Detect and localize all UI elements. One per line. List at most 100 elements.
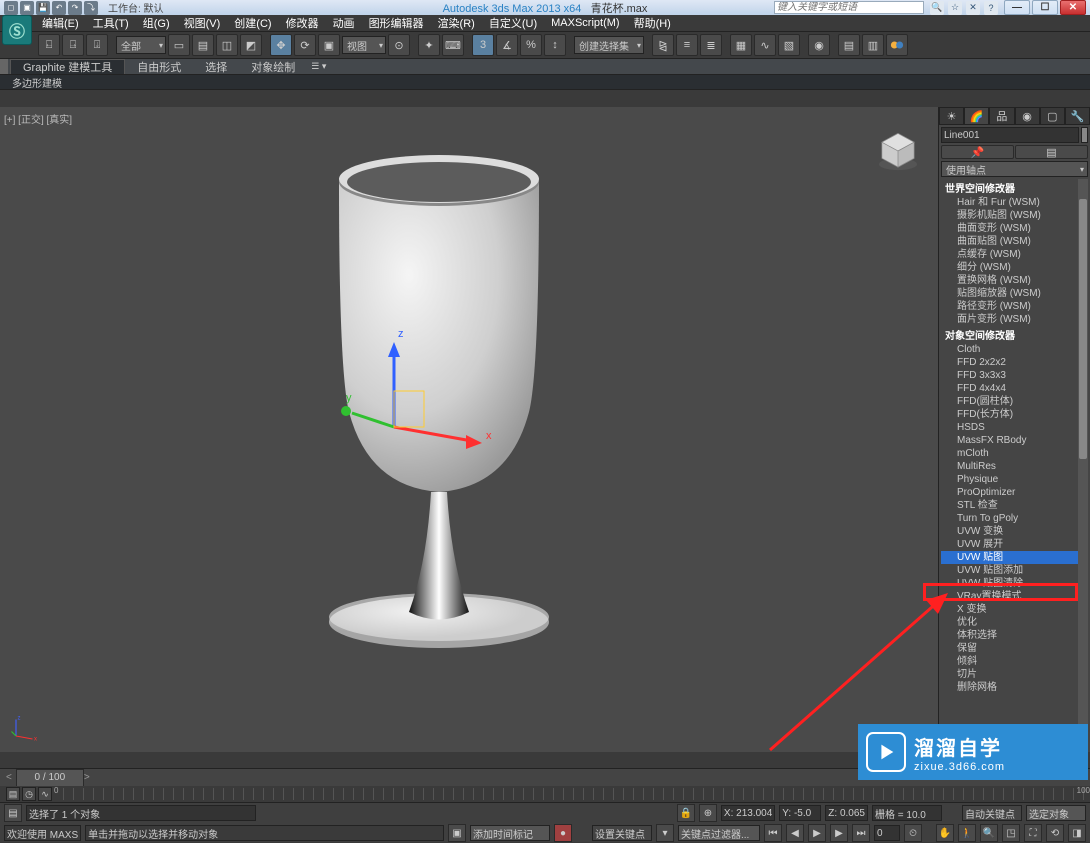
rotate-icon[interactable]: ⟳ — [294, 34, 316, 56]
record-icon[interactable]: ● — [554, 824, 572, 842]
zoom-icon[interactable]: 🔍 — [980, 824, 998, 842]
ribbon-tab-selection[interactable]: 选择 — [193, 59, 239, 74]
timeconfig-icon[interactable]: ⏲ — [904, 824, 922, 842]
modifier-list[interactable]: 世界空间修改器 Hair 和 Fur (WSM) 摄影机贴图 (WSM) 曲面变… — [941, 179, 1088, 752]
pctsnap-icon[interactable]: % — [520, 34, 542, 56]
selectregion-icon[interactable]: ◫ — [216, 34, 238, 56]
z-coord[interactable]: Z: 0.065 — [825, 805, 868, 821]
list-item[interactable]: STL 检查 — [941, 499, 1088, 512]
trackbar-keys-icon[interactable]: ◷ — [22, 787, 36, 801]
redo-icon[interactable]: ↷ — [68, 1, 82, 15]
tab-utilities[interactable]: 🔧 — [1065, 107, 1090, 125]
close-button[interactable]: ✕ — [1060, 0, 1086, 15]
ribbon-handle[interactable] — [0, 59, 8, 74]
lock-icon[interactable]: 🔒 — [677, 804, 695, 822]
tab-create[interactable]: ☀ — [939, 107, 964, 125]
list-item[interactable]: Turn To gPoly — [941, 512, 1088, 525]
save-icon[interactable]: 💾 — [36, 1, 50, 15]
menu-view[interactable]: 视图(V) — [178, 15, 227, 31]
pivot-icon[interactable]: ⊙ — [388, 34, 410, 56]
app-logo[interactable]: Ⓢ — [2, 15, 32, 45]
list-item[interactable]: UVW 变换 — [941, 525, 1088, 538]
menu-modifiers[interactable]: 修改器 — [280, 15, 325, 31]
anglesnap-icon[interactable]: ∡ — [496, 34, 518, 56]
list-item[interactable]: Cloth — [941, 343, 1088, 356]
ribbon-panel-polymodel[interactable]: 多边形建模 — [6, 75, 68, 90]
help-search[interactable] — [774, 1, 924, 14]
menu-help[interactable]: 帮助(H) — [628, 15, 677, 31]
manip-icon[interactable]: ✦ — [418, 34, 440, 56]
tab-modify[interactable]: 🌈 — [964, 107, 989, 125]
goto-end-icon[interactable]: ⏭ — [852, 824, 870, 842]
scrollbar[interactable] — [1078, 179, 1088, 752]
list-item[interactable]: 点缓存 (WSM) — [941, 248, 1088, 261]
material-icon[interactable]: ◉ — [808, 34, 830, 56]
object-name-input[interactable] — [941, 127, 1079, 143]
absrel-icon[interactable]: ⊕ — [699, 804, 717, 822]
play-icon[interactable]: ▶ — [808, 824, 826, 842]
schematic-icon[interactable]: ▧ — [778, 34, 800, 56]
snap3d-icon[interactable]: 3 — [472, 34, 494, 56]
maxscript-mini-icon[interactable]: ▤ — [4, 804, 22, 822]
list-item[interactable]: 细分 (WSM) — [941, 261, 1088, 274]
track-bar[interactable]: ▤ ◷ ∿ 0 100 — [0, 786, 1090, 802]
time-slider-thumb[interactable]: 0 / 100 — [16, 769, 84, 787]
next-frame-icon[interactable]: ▶ — [830, 824, 848, 842]
maxview-icon[interactable]: ◨ — [1068, 824, 1086, 842]
list-item[interactable]: X 变换 — [941, 603, 1088, 616]
list-item[interactable]: 倾斜 — [941, 655, 1088, 668]
selectname-icon[interactable]: ▤ — [192, 34, 214, 56]
list-item[interactable]: 删除网格 — [941, 681, 1088, 694]
list-item[interactable]: FFD 3x3x3 — [941, 369, 1088, 382]
list-item[interactable]: 置换网格 (WSM) — [941, 274, 1088, 287]
trackbar-curve-icon[interactable]: ∿ — [38, 787, 52, 801]
scrollbar-thumb[interactable] — [1079, 199, 1087, 459]
select-icon[interactable]: ▭ — [168, 34, 190, 56]
x-coord[interactable]: X: 213.004 — [721, 805, 775, 821]
zoomext-icon[interactable]: ⛶ — [1024, 824, 1042, 842]
object-color-swatch[interactable] — [1081, 127, 1088, 143]
mirror-icon[interactable]: ⧎ — [652, 34, 674, 56]
list-item[interactable]: 曲面变形 (WSM) — [941, 222, 1088, 235]
signin-icon[interactable]: ☆ — [948, 1, 962, 15]
menu-maxscript[interactable]: MAXScript(M) — [545, 17, 625, 29]
orbit-icon[interactable]: ⟲ — [1046, 824, 1064, 842]
goto-start-icon[interactable]: ⏮ — [764, 824, 782, 842]
curve-icon[interactable]: ∿ — [754, 34, 776, 56]
pin-icon[interactable]: 📌 — [941, 145, 1014, 159]
config-icon[interactable]: ▤ — [1015, 145, 1088, 159]
menu-tools[interactable]: 工具(T) — [87, 15, 135, 31]
modifier-list-dropdown[interactable]: 使用轴点 — [941, 161, 1088, 177]
list-item-selected[interactable]: UVW 贴图 — [941, 551, 1088, 564]
workspace-label[interactable]: 工作台: 默认 — [108, 0, 164, 15]
search-input[interactable] — [774, 1, 924, 14]
isolate-icon[interactable]: ▣ — [448, 824, 466, 842]
list-item[interactable]: 曲面贴图 (WSM) — [941, 235, 1088, 248]
list-item[interactable]: FFD(长方体) — [941, 408, 1088, 421]
menu-customize[interactable]: 自定义(U) — [483, 15, 543, 31]
list-item[interactable]: 体积选择 — [941, 629, 1088, 642]
tab-motion[interactable]: ◉ — [1015, 107, 1040, 125]
link-icon[interactable]: ⤵ — [84, 1, 98, 15]
y-coord[interactable]: Y: -5.0 — [779, 805, 821, 821]
windowcross-icon[interactable]: ◩ — [240, 34, 262, 56]
list-item[interactable]: 摄影机贴图 (WSM) — [941, 209, 1088, 222]
ribbon-icon[interactable]: ▦ — [730, 34, 752, 56]
walk-icon[interactable]: 🚶 — [958, 824, 976, 842]
trackbar-mini-icon[interactable]: ▤ — [6, 787, 20, 801]
namedsel-dropdown[interactable]: 创建选择集 — [574, 36, 644, 54]
minimize-button[interactable]: — — [1004, 0, 1030, 15]
prev-frame-icon[interactable]: ◀ — [786, 824, 804, 842]
list-item[interactable]: UVW 贴图添加 — [941, 564, 1088, 577]
ribbon-collapse-icon[interactable]: ☰ ▾ — [311, 61, 326, 72]
list-item[interactable]: mCloth — [941, 447, 1088, 460]
viewport-label[interactable]: [+] [正交] [真实] — [4, 111, 72, 126]
menu-group[interactable]: 组(G) — [137, 15, 176, 31]
open-icon[interactable]: ▣ — [20, 1, 34, 15]
align-icon[interactable]: ≡ — [676, 34, 698, 56]
ribbon-tab-objpaint[interactable]: 对象绘制 — [239, 59, 307, 74]
list-item[interactable]: UVW 展开 — [941, 538, 1088, 551]
menu-grapheditor[interactable]: 图形编辑器 — [363, 15, 430, 31]
help-icon[interactable]: ? — [984, 1, 998, 15]
menu-render[interactable]: 渲染(R) — [432, 15, 481, 31]
